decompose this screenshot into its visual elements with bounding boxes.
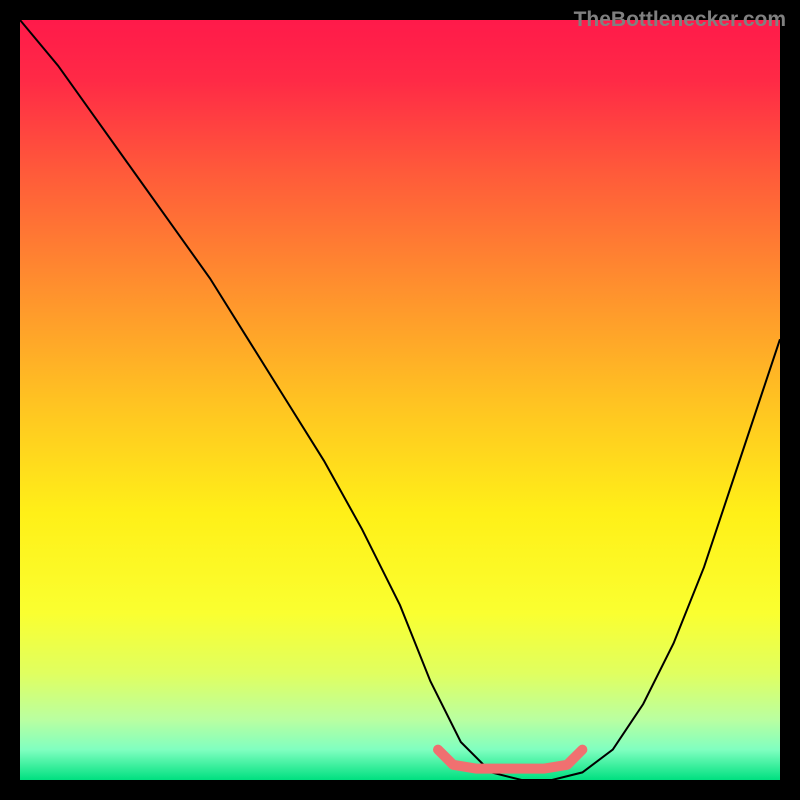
watermark-text: TheBottlenecker.com — [574, 8, 786, 32]
bottleneck-curve — [20, 20, 780, 780]
chart-plot-area — [20, 20, 780, 780]
optimal-range-marker — [438, 750, 582, 769]
chart-curves-layer — [20, 20, 780, 780]
